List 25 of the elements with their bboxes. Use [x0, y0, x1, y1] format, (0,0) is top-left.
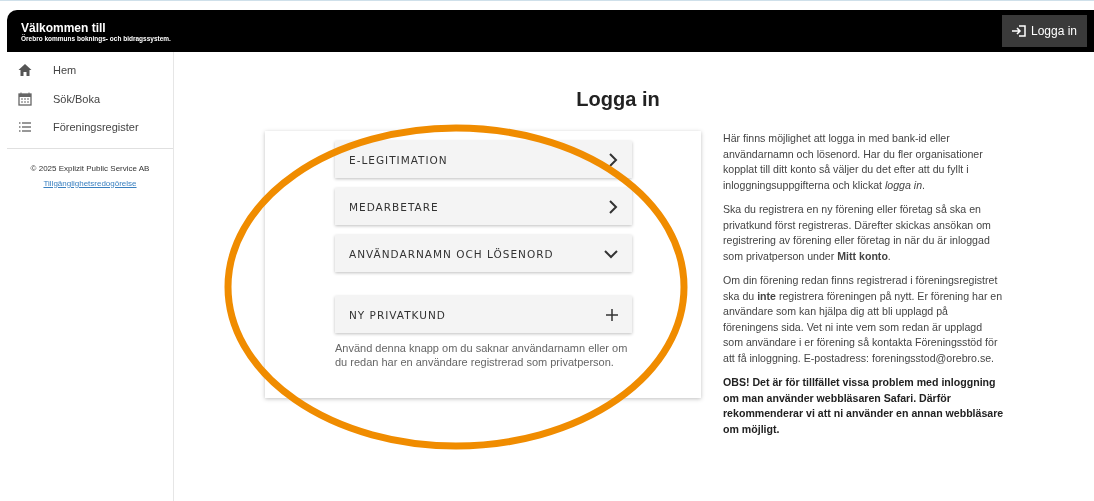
login-button[interactable]: Logga in: [1001, 15, 1087, 47]
info-paragraph: Om din förening redan finns registrerad i föreningsregistret ska du inte registrera föreningen på nytt. Er förening har en användare som kan hjälpa dig att bli upplagd på föreningens sida. Vet ni inte vem som redan är upplagd som användare i er förening så kontakta Föreningsstöd för att få inloggning. E-postadress: foreningsstod@orebro.se.: [723, 273, 1004, 366]
sidebar-item[interactable]: Hem: [7, 56, 173, 85]
home-icon: [18, 63, 32, 78]
accessibility-link[interactable]: Tillgänglighetsredogörelse: [43, 178, 137, 188]
warning-text: OBS! Det är för tillfället vissa problem med inloggning om man använder webbläsaren Safari. Därför rekommenderar vi att ni använder en annan webbläsare om möjligt.: [723, 375, 1005, 437]
calendar-icon: [18, 91, 32, 106]
login-option-button[interactable]: E-LEGITIMATION: [335, 141, 632, 178]
login-icon: [1011, 25, 1026, 37]
chevron-right-icon: [608, 152, 618, 167]
copyright-text: © 2025 Explizit Public Service AB: [30, 163, 150, 173]
chevron-down-icon: [604, 248, 618, 259]
sidebar-item[interactable]: Sök/Boka: [7, 84, 173, 113]
login-option-button[interactable]: MEDARBETARE: [335, 188, 632, 225]
login-option-button[interactable]: ANVÄNDARNAMN OCH LÖSENORD: [335, 235, 632, 272]
chevron-right-icon: [608, 199, 618, 214]
hint-text: Använd denna knapp om du saknar användarnamn eller om du redan har en användare registrerad som privatperson.: [335, 341, 629, 369]
header-title: Välkommen till: [21, 20, 107, 35]
sidebar-item[interactable]: Föreningsregister: [7, 113, 173, 142]
page-title: Logga in: [576, 88, 660, 111]
plus-icon: [606, 308, 618, 321]
info-paragraph: Här finns möjlighet att logga in med bank-id eller användarnamn och lösenord. Har du fler organisationer kopplat till ditt konto så väljer du det efter att du fyllt i inloggningsuppgifterna och klickat logga in.: [723, 131, 984, 193]
info-paragraph: Ska du registrera en ny förening eller företag så ska en privatkund först registreras. Därefter skickas ansökan om registrering av förening eller företag in när du är inloggad som privatperson under Mitt konto.: [723, 202, 992, 264]
new-customer-button[interactable]: NY PRIVATKUND: [335, 296, 632, 333]
list-icon: [18, 120, 32, 135]
